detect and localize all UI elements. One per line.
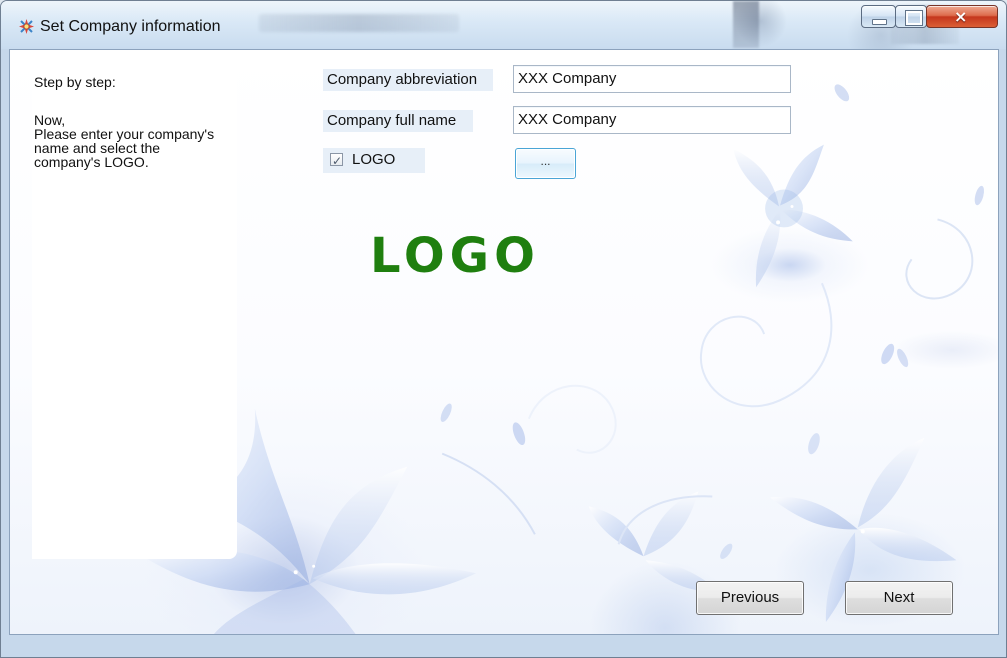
company-full-name-input[interactable]: XXX Company [513,106,791,134]
logo-checkbox-label: LOGO [352,151,396,168]
company-full-name-label: Company full name [323,110,473,132]
blurred-background-shape [733,1,759,48]
wizard-content-area: Step by step: Now, Please enter your com… [9,49,999,635]
previous-button[interactable]: Previous [696,581,804,615]
close-button[interactable]: × [926,5,998,28]
logo-checkbox[interactable]: ✓ [330,153,343,168]
browse-logo-button[interactable]: ... [515,148,576,179]
minimize-icon [872,19,887,25]
step-title: Step by step: [34,74,116,90]
maximize-button[interactable] [895,5,927,28]
minimize-button[interactable] [861,5,896,28]
title-bar[interactable]: Set Company information × [1,1,1006,49]
window-title: Set Company information [40,18,221,35]
company-abbreviation-label: Company abbreviation [323,69,493,91]
company-abbreviation-input[interactable]: XXX Company [513,65,791,93]
instructions-text: Now, Please enter your company's name an… [34,112,215,170]
window-controls: × [861,5,998,30]
checkmark-icon: ✓ [332,154,343,168]
set-company-information-window: Set Company information × Step by step: … [0,0,1007,658]
maximize-icon [905,10,923,26]
close-icon: × [954,7,968,26]
logo-preview-image: LOGO [370,228,540,284]
logo-checkbox-row[interactable]: ✓ LOGO [323,148,425,173]
next-button[interactable]: Next [845,581,953,615]
blurred-background-text [259,14,459,32]
logo-preview-text: LOGO [370,228,540,284]
company-settings-icon [19,19,34,34]
